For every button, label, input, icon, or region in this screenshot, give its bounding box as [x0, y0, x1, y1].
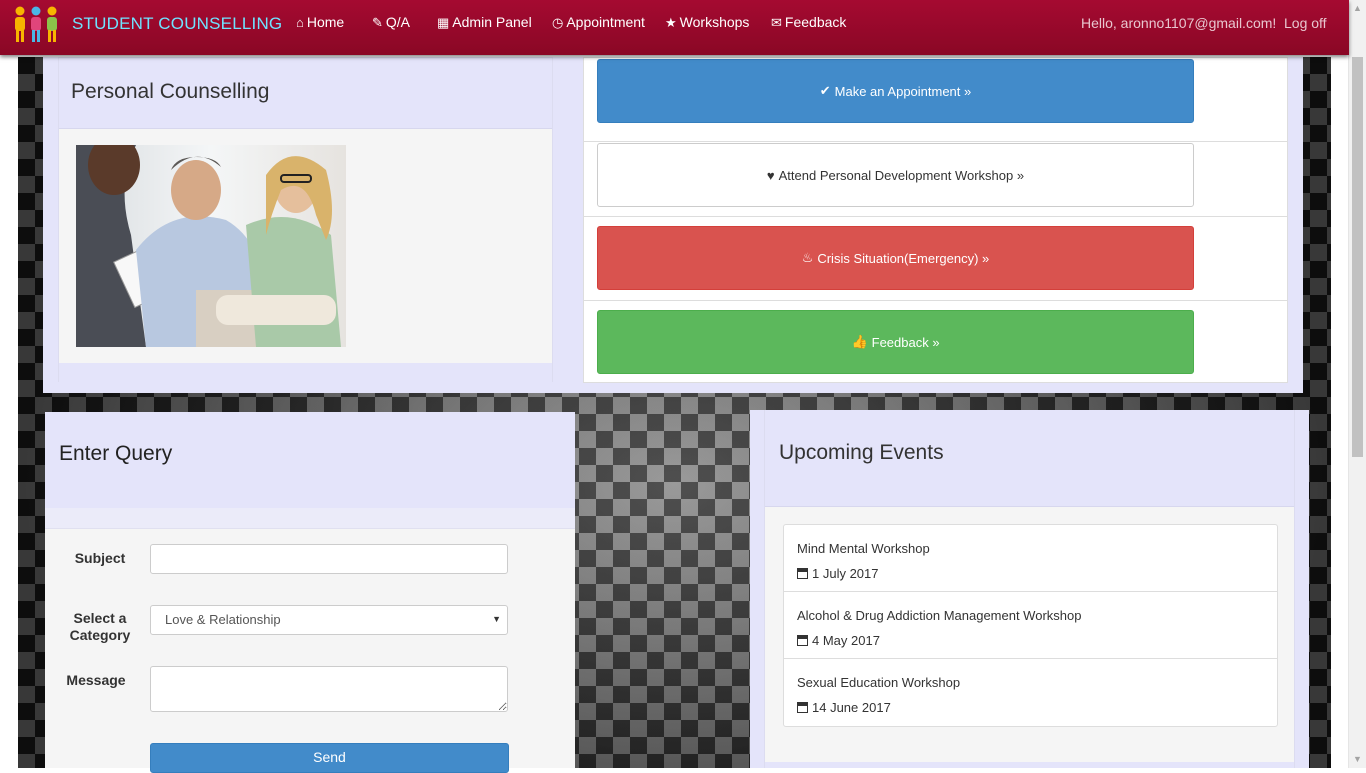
counselling-photo: [76, 145, 346, 347]
send-button[interactable]: Send: [150, 743, 509, 773]
make-appointment-label: Make an Appointment »: [834, 83, 972, 99]
panel-title: Personal Counselling: [71, 80, 270, 103]
action-row: ♨ Crisis Situation(Emergency) »: [584, 217, 1287, 301]
events-heading: Upcoming Events: [765, 410, 1294, 507]
category-select[interactable]: Love & Relationship ▼: [150, 605, 508, 635]
event-date: 4 May 2017: [797, 633, 880, 648]
nav-admin-panel[interactable]: ▦ Admin Panel: [437, 14, 532, 31]
attend-workshop-button[interactable]: ♥ Attend Personal Development Workshop »: [597, 143, 1194, 207]
scroll-down-icon[interactable]: ▼: [1349, 751, 1366, 768]
events-title: Upcoming Events: [779, 441, 944, 464]
subject-label: Subject: [74, 550, 126, 566]
page-scrollbar[interactable]: ▲ ▼: [1348, 0, 1366, 768]
check-icon: ✔: [819, 83, 831, 98]
action-row: ♥ Attend Personal Development Workshop »: [584, 133, 1287, 217]
make-appointment-button[interactable]: ✔ Make an Appointment »: [597, 59, 1194, 123]
grid-icon: ▦: [437, 15, 450, 30]
nav-admin-label: Admin Panel: [452, 14, 532, 30]
event-date-text: 4 May 2017: [812, 633, 880, 648]
message-textarea[interactable]: [150, 666, 508, 712]
event-date: 1 July 2017: [797, 566, 879, 581]
nav-appointment-label: Appointment: [566, 14, 645, 30]
query-divider: [45, 508, 575, 529]
fire-icon: ♨: [801, 250, 814, 265]
list-item[interactable]: Sexual Education Workshop 14 June 2017: [784, 659, 1277, 726]
nav-qa-label: Q/A: [385, 14, 411, 30]
action-row: ✔ Make an Appointment »: [584, 58, 1287, 142]
logout-link[interactable]: Log off: [1284, 15, 1327, 31]
event-date: 14 June 2017: [797, 700, 891, 715]
event-date-text: 1 July 2017: [812, 566, 879, 581]
heart-icon: ♥: [766, 167, 775, 183]
brand-title[interactable]: STUDENT COUNSELLING: [72, 14, 282, 34]
nav-appointment[interactable]: ◷ Appointment: [552, 14, 645, 31]
personal-counselling-panel: Personal Counselling: [58, 57, 553, 382]
subject-input[interactable]: [150, 544, 508, 574]
scroll-up-icon[interactable]: ▲: [1349, 0, 1366, 17]
calendar-icon: [797, 702, 808, 713]
clock-icon: ◷: [552, 15, 564, 30]
list-item[interactable]: Mind Mental Workshop 1 July 2017: [784, 525, 1277, 592]
events-list: Mind Mental Workshop 1 July 2017 Alcohol…: [783, 524, 1278, 727]
calendar-icon: [797, 568, 808, 579]
query-heading: Enter Query: [45, 412, 575, 508]
crisis-label: Crisis Situation(Emergency) »: [817, 250, 990, 266]
event-name: Sexual Education Workshop: [797, 675, 961, 690]
home-icon: ⌂: [296, 15, 304, 30]
panel-footer: [59, 363, 552, 382]
event-date-text: 14 June 2017: [812, 700, 891, 715]
nav-home[interactable]: ⌂ Home: [296, 14, 344, 30]
star-icon: ★: [665, 15, 677, 30]
action-row: 👍 Feedback »: [584, 301, 1287, 385]
feedback-button[interactable]: 👍 Feedback »: [597, 310, 1194, 374]
scrollbar-thumb[interactable]: [1352, 57, 1363, 457]
nav-qa[interactable]: ✎ Q/A: [372, 14, 410, 31]
navbar: STUDENT COUNSELLING ⌂ Home ✎ Q/A ▦ Admin Pa…: [0, 0, 1349, 55]
upcoming-events-panel: Upcoming Events Mind Mental Workshop 1 J…: [750, 410, 1309, 768]
actions-list: ✔ Make an Appointment » ♥ Attend Personal …: [583, 57, 1288, 383]
thumbs-up-icon: 👍: [851, 334, 868, 349]
list-item[interactable]: Alcohol & Drug Addiction Management Work…: [784, 592, 1277, 659]
nav-home-label: Home: [306, 14, 345, 30]
nav-workshops[interactable]: ★ Workshops: [665, 14, 749, 31]
calendar-icon: [797, 635, 808, 646]
events-inner: Upcoming Events Mind Mental Workshop 1 J…: [764, 410, 1295, 768]
message-label: Message: [66, 672, 126, 688]
edit-icon: ✎: [372, 15, 383, 30]
chevron-down-icon: ▼: [492, 614, 501, 624]
event-name: Alcohol & Drug Addiction Management Work…: [797, 608, 1082, 623]
panel-heading: Personal Counselling: [59, 58, 552, 129]
feedback-label: Feedback »: [871, 334, 940, 350]
category-label: Select a Category: [69, 610, 131, 643]
crisis-button[interactable]: ♨ Crisis Situation(Emergency) »: [597, 226, 1194, 290]
event-name: Mind Mental Workshop: [797, 541, 930, 556]
nav-workshops-label: Workshops: [679, 14, 750, 30]
nav-feedback[interactable]: ✉ Feedback: [771, 14, 846, 31]
category-selected-value: Love & Relationship: [165, 612, 281, 627]
attend-workshop-label: Attend Personal Development Workshop »: [778, 167, 1025, 183]
events-footer: [765, 762, 1294, 768]
nav-feedback-label: Feedback: [784, 14, 847, 30]
envelope-icon: ✉: [771, 15, 782, 30]
logo-icon[interactable]: [12, 5, 60, 43]
user-greeting[interactable]: Hello, aronno1107@gmail.com!: [1081, 15, 1276, 31]
query-form: Enter Query Subject Select a Category Lo…: [45, 412, 575, 773]
query-title: Enter Query: [59, 442, 173, 465]
